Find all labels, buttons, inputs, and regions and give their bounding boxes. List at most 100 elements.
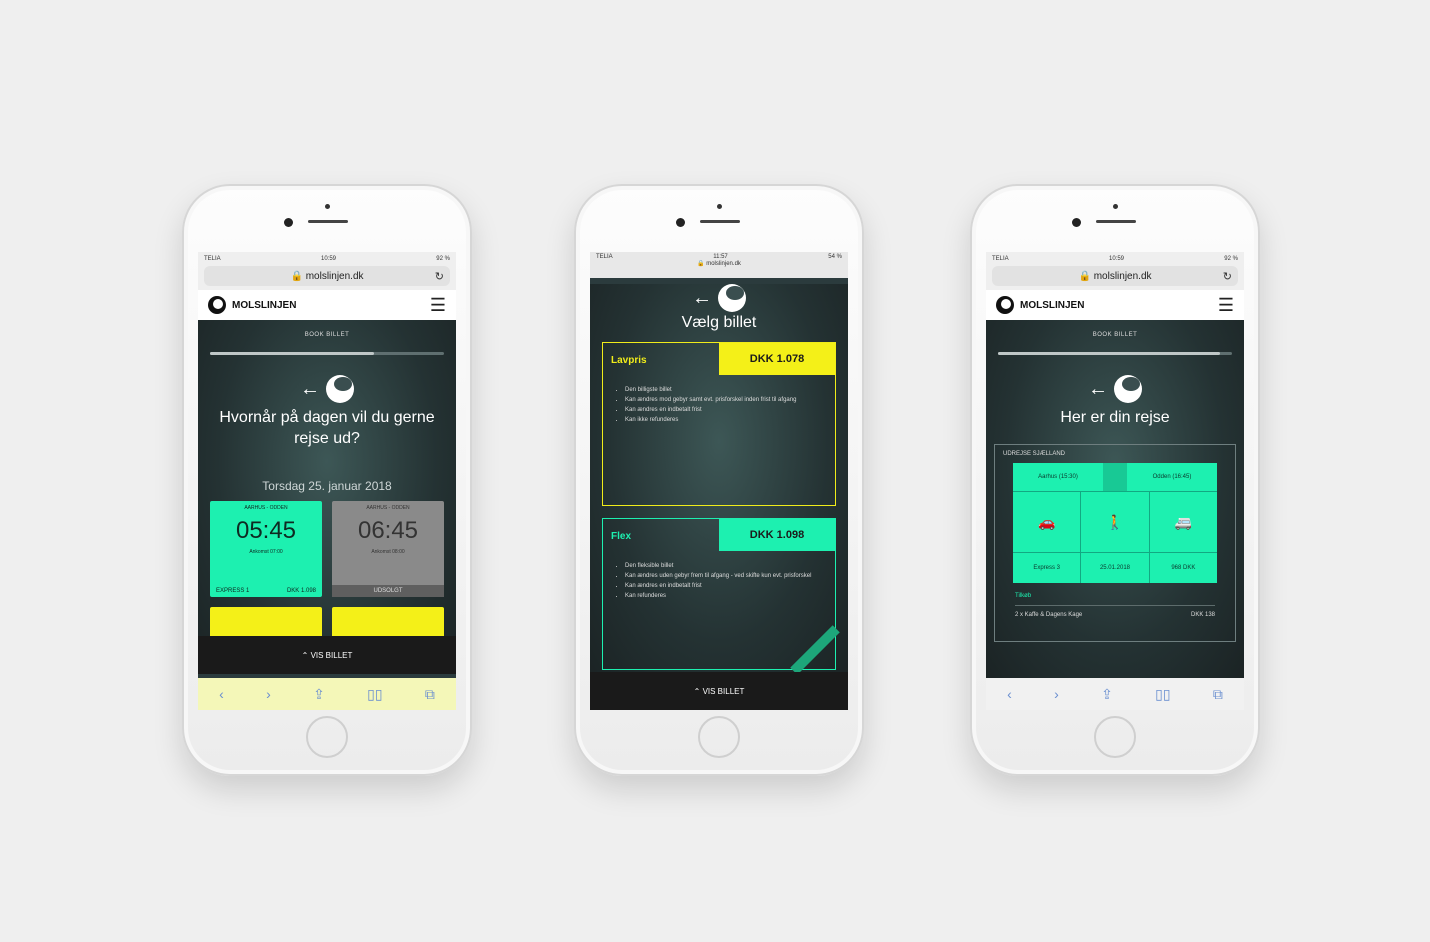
back-icon[interactable]: ‹ [1007,686,1012,702]
back-arrow-icon[interactable]: ← [692,287,712,310]
status-bar: TELIA 10:59 92 % [198,252,456,266]
bookmarks-icon[interactable]: ▯▯ [1155,686,1170,703]
list-item: Den billigste billet [625,385,835,395]
logo[interactable]: MOLSLINJEN [208,296,296,314]
extra-price: DKK 138 [1190,612,1215,618]
hamburger-menu-icon[interactable]: ☰ [430,296,446,314]
speaker [700,220,740,223]
departure-time: 06:45 [357,517,419,544]
status-bar: TELIA 11:57 54 % 🔒 molslinjen.dk [590,252,848,278]
home-button[interactable] [698,716,740,758]
content-area: ← Vælg billet Lavpris DKK 1.078 Den bill… [590,284,848,678]
share-icon[interactable]: ⇪ [1101,686,1113,703]
phone-2: TELIA 11:57 54 % 🔒 molslinjen.dk ← Vælg bi… [574,184,864,776]
chevron-up-icon: ⌃ [693,686,703,696]
address-bar[interactable]: 🔒 molslinjen.dk ↻ [198,266,456,290]
selected-date: Torsdag 25. januar 2018 [262,479,392,493]
bird-logo-icon [1114,375,1142,403]
person-icon[interactable]: 🚶 [1081,492,1150,552]
forward-icon[interactable]: › [1054,686,1059,702]
page-title: Her er din rejse [1060,409,1170,426]
screen: TELIA 10:59 92 % 🔒 molslinjen.dk ↻ MOLSLI… [986,252,1244,710]
extra-item: 2 x Kaffe & Dagens Kage [1015,612,1083,618]
route-label: AARHUS - ODDEN [244,505,288,511]
tabs-icon[interactable]: ⧉ [425,686,435,703]
list-item: Kan ændres mod gebyr samt evt. prisforsk… [625,395,835,405]
list-item: Kan ændres en indbetalt frist [625,581,835,591]
hamburger-menu-icon[interactable]: ☰ [1218,296,1234,314]
ticket-option-lavpris[interactable]: Lavpris DKK 1.078 Den billigste billet K… [602,342,836,506]
to-port: Odden (16:45) [1152,474,1192,480]
show-ticket-bar[interactable]: ⌃ VIS BILLET [590,672,848,710]
from-port: Aarhus (15:30) [1038,474,1078,480]
arrival-note: Ankomst 07:00 [249,549,283,555]
front-camera [284,218,293,227]
progress-bar [210,352,444,355]
home-button[interactable] [1094,716,1136,758]
carrier: TELIA [992,256,1009,262]
content-area: BOOK BILLET ← Hvornår på dagen vil du ge… [198,320,456,674]
trip-grid: Aarhus (15:30) Odden (16:45) 🚗 🚶 🚐 Expre… [1013,463,1217,583]
clock: 10:59 [1108,256,1124,262]
ribbon-badge [790,625,840,675]
ship-name: Express 3 [1013,553,1082,583]
ticket-name: Flex [611,531,632,542]
list-item: Kan refunderes [625,591,835,601]
page-title: Hvornår på dagen vil du gerne rejse ud? [219,409,435,447]
reload-icon[interactable]: ↻ [1223,270,1232,283]
logo-icon [996,296,1014,314]
home-button[interactable] [306,716,348,758]
bird-logo-icon [718,284,746,312]
forward-icon[interactable]: › [266,686,271,702]
url-text: molslinjen.dk [706,261,741,267]
list-item: Kan ændres uden gebyr frem til afgang - … [625,571,835,581]
trailer-icon[interactable]: 🚐 [1150,492,1217,552]
battery: 92 % [436,256,450,262]
bird-logo-icon [326,375,354,403]
speaker [1096,220,1136,223]
back-arrow-icon[interactable]: ← [1088,378,1108,401]
browser-toolbar: ‹ › ⇪ ▯▯ ⧉ [198,678,456,710]
car-icon[interactable]: 🚗 [1013,492,1082,552]
back-arrow-icon[interactable]: ← [300,378,320,401]
camera-dot [717,204,722,209]
show-ticket-label: VIS BILLET [310,650,353,660]
camera-dot [325,204,330,209]
status-badge: UDSOLGT [373,588,403,594]
back-icon[interactable]: ‹ [219,686,224,702]
ticket-option-flex[interactable]: Flex DKK 1.098 Den fleksible billet Kan … [602,518,840,675]
trip-summary: UDREJSE SJÆLLAND Aarhus (15:30) Odden (1… [994,444,1236,642]
bookmarks-icon[interactable]: ▯▯ [367,686,382,703]
show-ticket-bar[interactable]: ⌃ VIS BILLET [198,636,456,674]
price: DKK 1.098 [286,588,316,594]
browser-toolbar: ‹ › ⇪ ▯▯ ⧉ [986,678,1244,710]
list-item: Kan ændres en indbetalt frist [625,405,835,415]
progress-bar [998,352,1232,355]
url-text: molslinjen.dk [305,270,364,282]
step-label: BOOK BILLET [1092,332,1138,338]
page-title: Vælg billet [681,314,757,331]
ticket-price: DKK 1.098 [719,519,835,551]
extras-label: Tilkøb [1015,593,1032,599]
departure-card[interactable]: AARHUS - ODDEN 05:45 Ankomst 07:00 EXPRE… [210,501,322,597]
lock-icon: 🔒 [1078,270,1094,282]
swap-icon[interactable] [1103,463,1127,491]
logo[interactable]: MOLSLINJEN [996,296,1084,314]
address-bar[interactable]: 🔒 molslinjen.dk ↻ [986,266,1244,290]
lock-icon: 🔒 [697,261,707,267]
screen: TELIA 10:59 92 % 🔒 molslinjen.dk ↻ MOLSLI… [198,252,456,710]
list-item: Den fleksible billet [625,561,835,571]
ship-name: EXPRESS 1 [216,588,250,594]
brand-name: MOLSLINJEN [1020,299,1085,311]
lock-icon: 🔒 [290,270,306,282]
battery: 54 % [828,254,842,260]
tabs-icon[interactable]: ⧉ [1213,686,1223,703]
phone-1: TELIA 10:59 92 % 🔒 molslinjen.dk ↻ MOLSLI… [182,184,472,776]
front-camera [1072,218,1081,227]
ticket-name: Lavpris [611,355,647,366]
reload-icon[interactable]: ↻ [435,270,444,283]
departure-time: 05:45 [235,517,297,544]
clock: 10:59 [320,256,336,262]
chevron-up-icon: ⌃ [301,650,311,660]
share-icon[interactable]: ⇪ [313,686,325,703]
